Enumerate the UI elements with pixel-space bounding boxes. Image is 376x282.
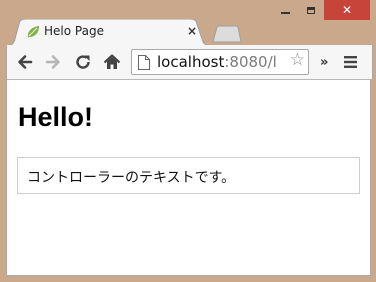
url-path: :8080/l	[224, 53, 277, 71]
window-controls: ✕	[272, 0, 370, 20]
url-host: localhost	[157, 53, 225, 71]
menu-icon[interactable]	[344, 56, 357, 68]
page-heading: Hello!	[18, 102, 94, 132]
extensions-overflow-button[interactable]: »	[320, 55, 328, 70]
window-close-button[interactable]: ✕	[324, 0, 370, 20]
page-viewport: Hello! コントローラーのテキストです。	[6, 79, 371, 276]
reload-button[interactable]	[74, 53, 92, 71]
new-tab-button[interactable]	[212, 25, 242, 43]
home-button[interactable]	[103, 53, 121, 71]
tab-close-button[interactable]: ×	[187, 24, 197, 38]
maximize-icon	[307, 6, 315, 14]
spring-leaf-icon	[27, 26, 39, 38]
controller-text-box: コントローラーのテキストです。	[17, 157, 360, 194]
minimize-button[interactable]	[272, 0, 298, 20]
controller-text: コントローラーのテキストです。	[27, 170, 236, 186]
close-icon: ✕	[341, 3, 353, 17]
forward-button[interactable]	[44, 53, 62, 71]
back-button[interactable]	[16, 53, 34, 71]
bookmark-star-icon[interactable]: ☆	[290, 52, 305, 69]
address-bar[interactable]: localhost:8080/l ☆	[131, 49, 309, 75]
address-text[interactable]: localhost:8080/l	[157, 53, 292, 71]
maximize-button[interactable]	[298, 0, 324, 20]
tab-title: Helo Page	[44, 24, 104, 38]
page-icon	[138, 55, 150, 70]
minimize-icon	[280, 12, 290, 14]
